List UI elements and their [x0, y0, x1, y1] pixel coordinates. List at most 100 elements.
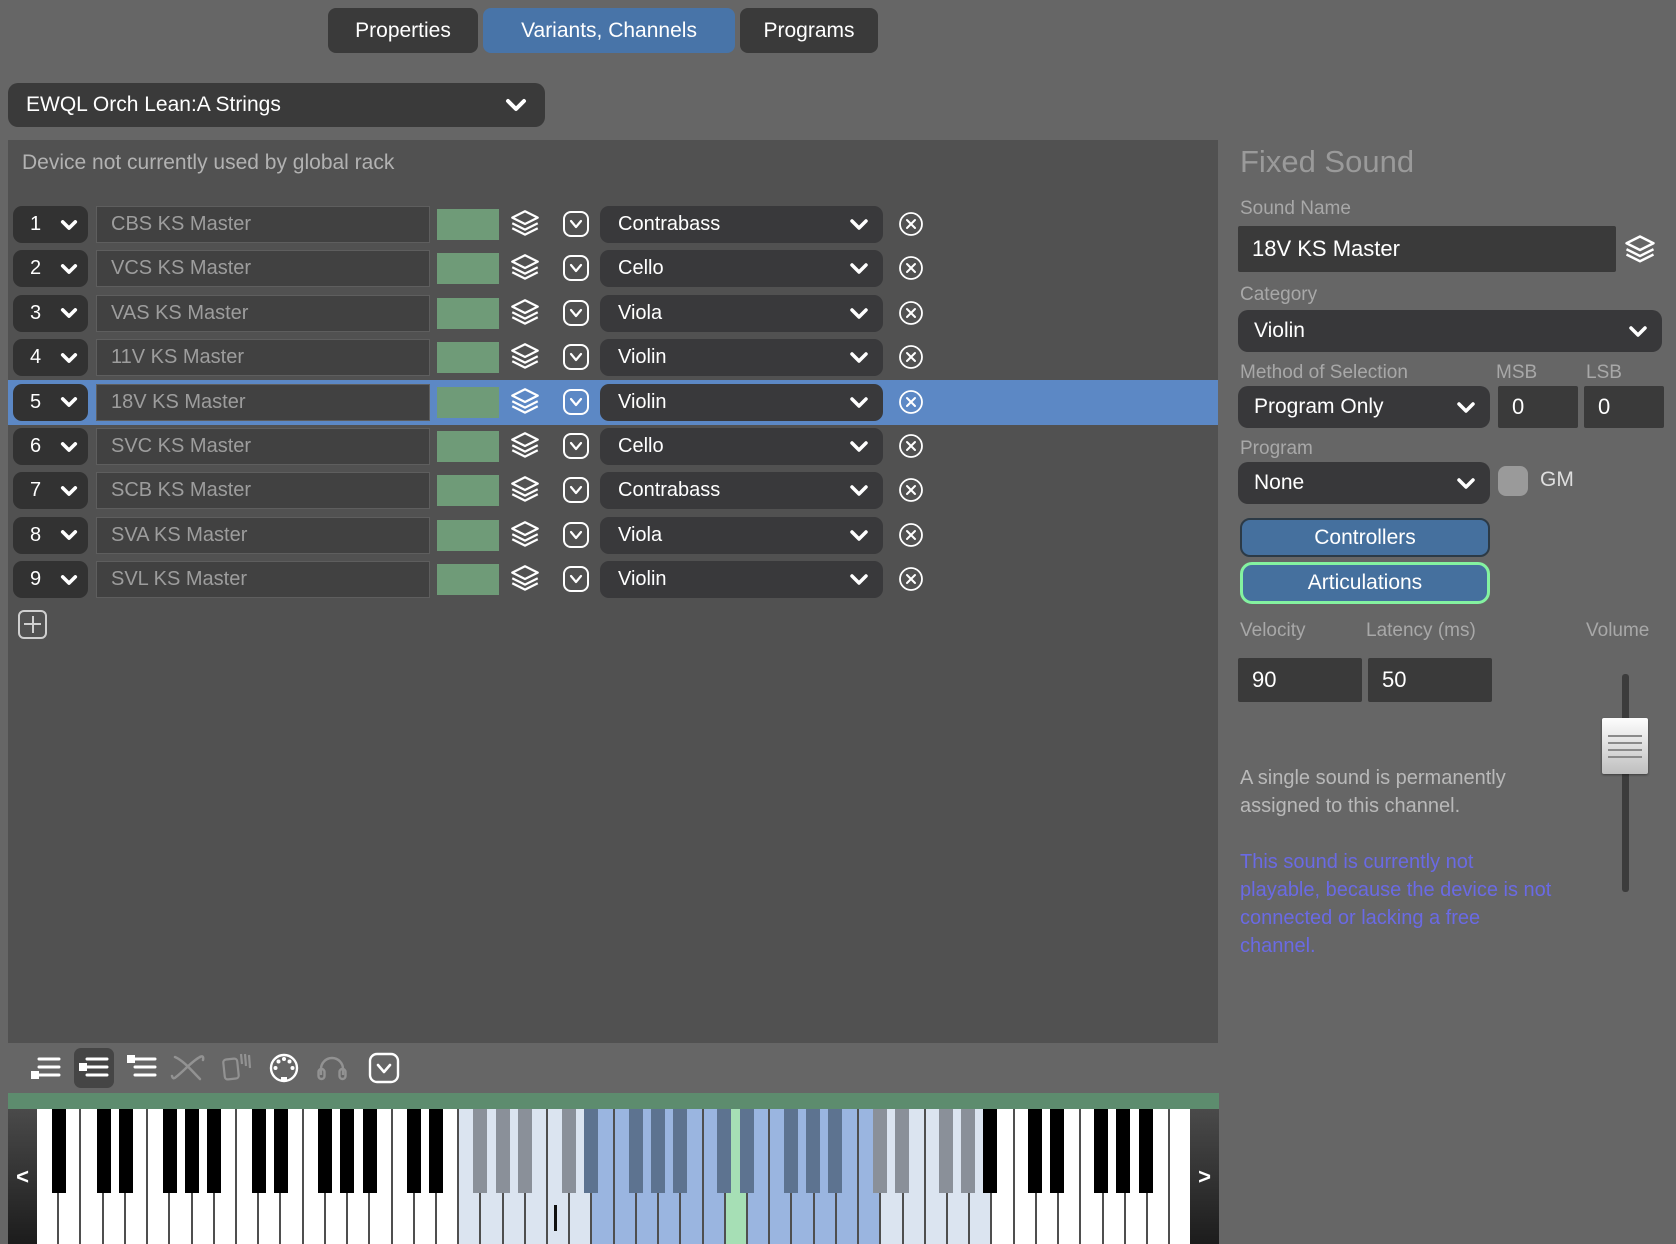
layers-button[interactable] — [508, 385, 542, 419]
device-selector-dropdown[interactable]: EWQL Orch Lean:A Strings — [8, 83, 545, 127]
black-key[interactable] — [1094, 1109, 1108, 1193]
volume-slider-track[interactable] — [1622, 674, 1629, 892]
articulations-button[interactable]: Articulations — [1240, 562, 1490, 604]
layers-icon[interactable] — [1622, 232, 1658, 268]
channel-options-button[interactable] — [562, 432, 590, 460]
category-dropdown[interactable]: Violin — [1238, 310, 1662, 352]
layers-button[interactable] — [508, 340, 542, 374]
layers-button[interactable] — [508, 429, 542, 463]
category-cell-dropdown[interactable]: Viola — [600, 295, 883, 332]
black-key[interactable] — [1028, 1109, 1042, 1193]
channel-number-dropdown[interactable]: 7 — [13, 472, 88, 509]
category-cell-dropdown[interactable]: Violin — [600, 561, 883, 598]
channel-color-swatch[interactable] — [437, 564, 499, 595]
sound-name-cell[interactable]: CBS KS Master — [96, 206, 430, 243]
channel-color-swatch[interactable] — [437, 475, 499, 506]
category-cell-dropdown[interactable]: Contrabass — [600, 206, 883, 243]
remove-channel-button[interactable] — [898, 566, 924, 592]
sound-name-cell[interactable]: 11V KS Master — [96, 339, 430, 376]
category-cell-dropdown[interactable]: Cello — [600, 250, 883, 287]
layers-button[interactable] — [508, 251, 542, 285]
tab-programs[interactable]: Programs — [740, 8, 878, 53]
black-key[interactable] — [562, 1109, 576, 1193]
sound-name-cell[interactable]: SVA KS Master — [96, 517, 430, 554]
sound-name-cell[interactable]: SCB KS Master — [96, 472, 430, 509]
black-key[interactable] — [961, 1109, 975, 1193]
black-key[interactable] — [1139, 1109, 1153, 1193]
black-key[interactable] — [584, 1109, 598, 1193]
black-key[interactable] — [207, 1109, 221, 1193]
black-key[interactable] — [119, 1109, 133, 1193]
msb-field[interactable]: 0 — [1498, 386, 1578, 428]
layers-button[interactable] — [508, 207, 542, 241]
layers-button[interactable] — [508, 562, 542, 596]
remove-channel-button[interactable] — [898, 389, 924, 415]
channel-options-button[interactable] — [562, 521, 590, 549]
gm-checkbox[interactable] — [1498, 466, 1528, 496]
view-list-bottom-button[interactable] — [26, 1048, 66, 1088]
black-key[interactable] — [651, 1109, 665, 1193]
sound-name-cell[interactable]: SVC KS Master — [96, 428, 430, 465]
channel-number-dropdown[interactable]: 1 — [13, 206, 88, 243]
black-key[interactable] — [363, 1109, 377, 1193]
add-channel-button[interactable] — [18, 610, 47, 639]
latency-field[interactable]: 50 — [1368, 658, 1492, 702]
channel-options-button[interactable] — [562, 210, 590, 238]
channel-options-button[interactable] — [562, 299, 590, 327]
black-key[interactable] — [784, 1109, 798, 1193]
program-dropdown[interactable]: None — [1238, 462, 1490, 504]
black-key[interactable] — [983, 1109, 997, 1193]
black-key[interactable] — [97, 1109, 111, 1193]
channel-options-button[interactable] — [562, 343, 590, 371]
channel-number-dropdown[interactable]: 8 — [13, 517, 88, 554]
channel-number-dropdown[interactable]: 3 — [13, 295, 88, 332]
sound-name-field[interactable]: 18V KS Master — [1238, 226, 1616, 272]
black-key[interactable] — [163, 1109, 177, 1193]
channel-options-button[interactable] — [562, 565, 590, 593]
channel-color-swatch[interactable] — [437, 342, 499, 373]
midi-monitor-button[interactable] — [264, 1048, 304, 1088]
channel-options-button[interactable] — [562, 388, 590, 416]
sound-name-cell[interactable]: VCS KS Master — [96, 250, 430, 287]
remove-channel-button[interactable] — [898, 255, 924, 281]
black-key[interactable] — [518, 1109, 532, 1193]
channel-number-dropdown[interactable]: 5 — [13, 384, 88, 421]
remove-channel-button[interactable] — [898, 477, 924, 503]
scroll-keyboard-right-button[interactable]: > — [1190, 1109, 1219, 1244]
remove-channel-button[interactable] — [898, 344, 924, 370]
black-key[interactable] — [717, 1109, 731, 1193]
black-key[interactable] — [473, 1109, 487, 1193]
channel-color-swatch[interactable] — [437, 431, 499, 462]
device-activity-button[interactable] — [216, 1048, 256, 1088]
channel-options-button[interactable] — [562, 254, 590, 282]
category-cell-dropdown[interactable]: Contrabass — [600, 472, 883, 509]
category-cell-dropdown[interactable]: Viola — [600, 517, 883, 554]
black-key[interactable] — [52, 1109, 66, 1193]
black-key[interactable] — [340, 1109, 354, 1193]
layers-button[interactable] — [508, 473, 542, 507]
volume-slider-thumb[interactable] — [1602, 718, 1648, 774]
black-key[interactable] — [629, 1109, 643, 1193]
black-key[interactable] — [939, 1109, 953, 1193]
view-list-middle-button[interactable] — [74, 1048, 114, 1088]
black-key[interactable] — [828, 1109, 842, 1193]
black-key[interactable] — [429, 1109, 443, 1193]
sound-name-cell[interactable]: SVL KS Master — [96, 561, 430, 598]
method-of-selection-dropdown[interactable]: Program Only — [1238, 386, 1490, 428]
black-key[interactable] — [673, 1109, 687, 1193]
layers-button[interactable] — [508, 518, 542, 552]
black-key[interactable] — [1050, 1109, 1064, 1193]
channel-color-swatch[interactable] — [437, 253, 499, 284]
black-key[interactable] — [252, 1109, 266, 1193]
black-key[interactable] — [806, 1109, 820, 1193]
black-key[interactable] — [407, 1109, 421, 1193]
black-key[interactable] — [318, 1109, 332, 1193]
category-cell-dropdown[interactable]: Violin — [600, 339, 883, 376]
layers-button[interactable] — [508, 296, 542, 330]
black-key[interactable] — [895, 1109, 909, 1193]
channel-color-swatch[interactable] — [437, 387, 499, 418]
velocity-field[interactable]: 90 — [1238, 658, 1362, 702]
black-key[interactable] — [873, 1109, 887, 1193]
tab-variants-channels[interactable]: Variants, Channels — [483, 8, 735, 53]
channel-color-swatch[interactable] — [437, 298, 499, 329]
